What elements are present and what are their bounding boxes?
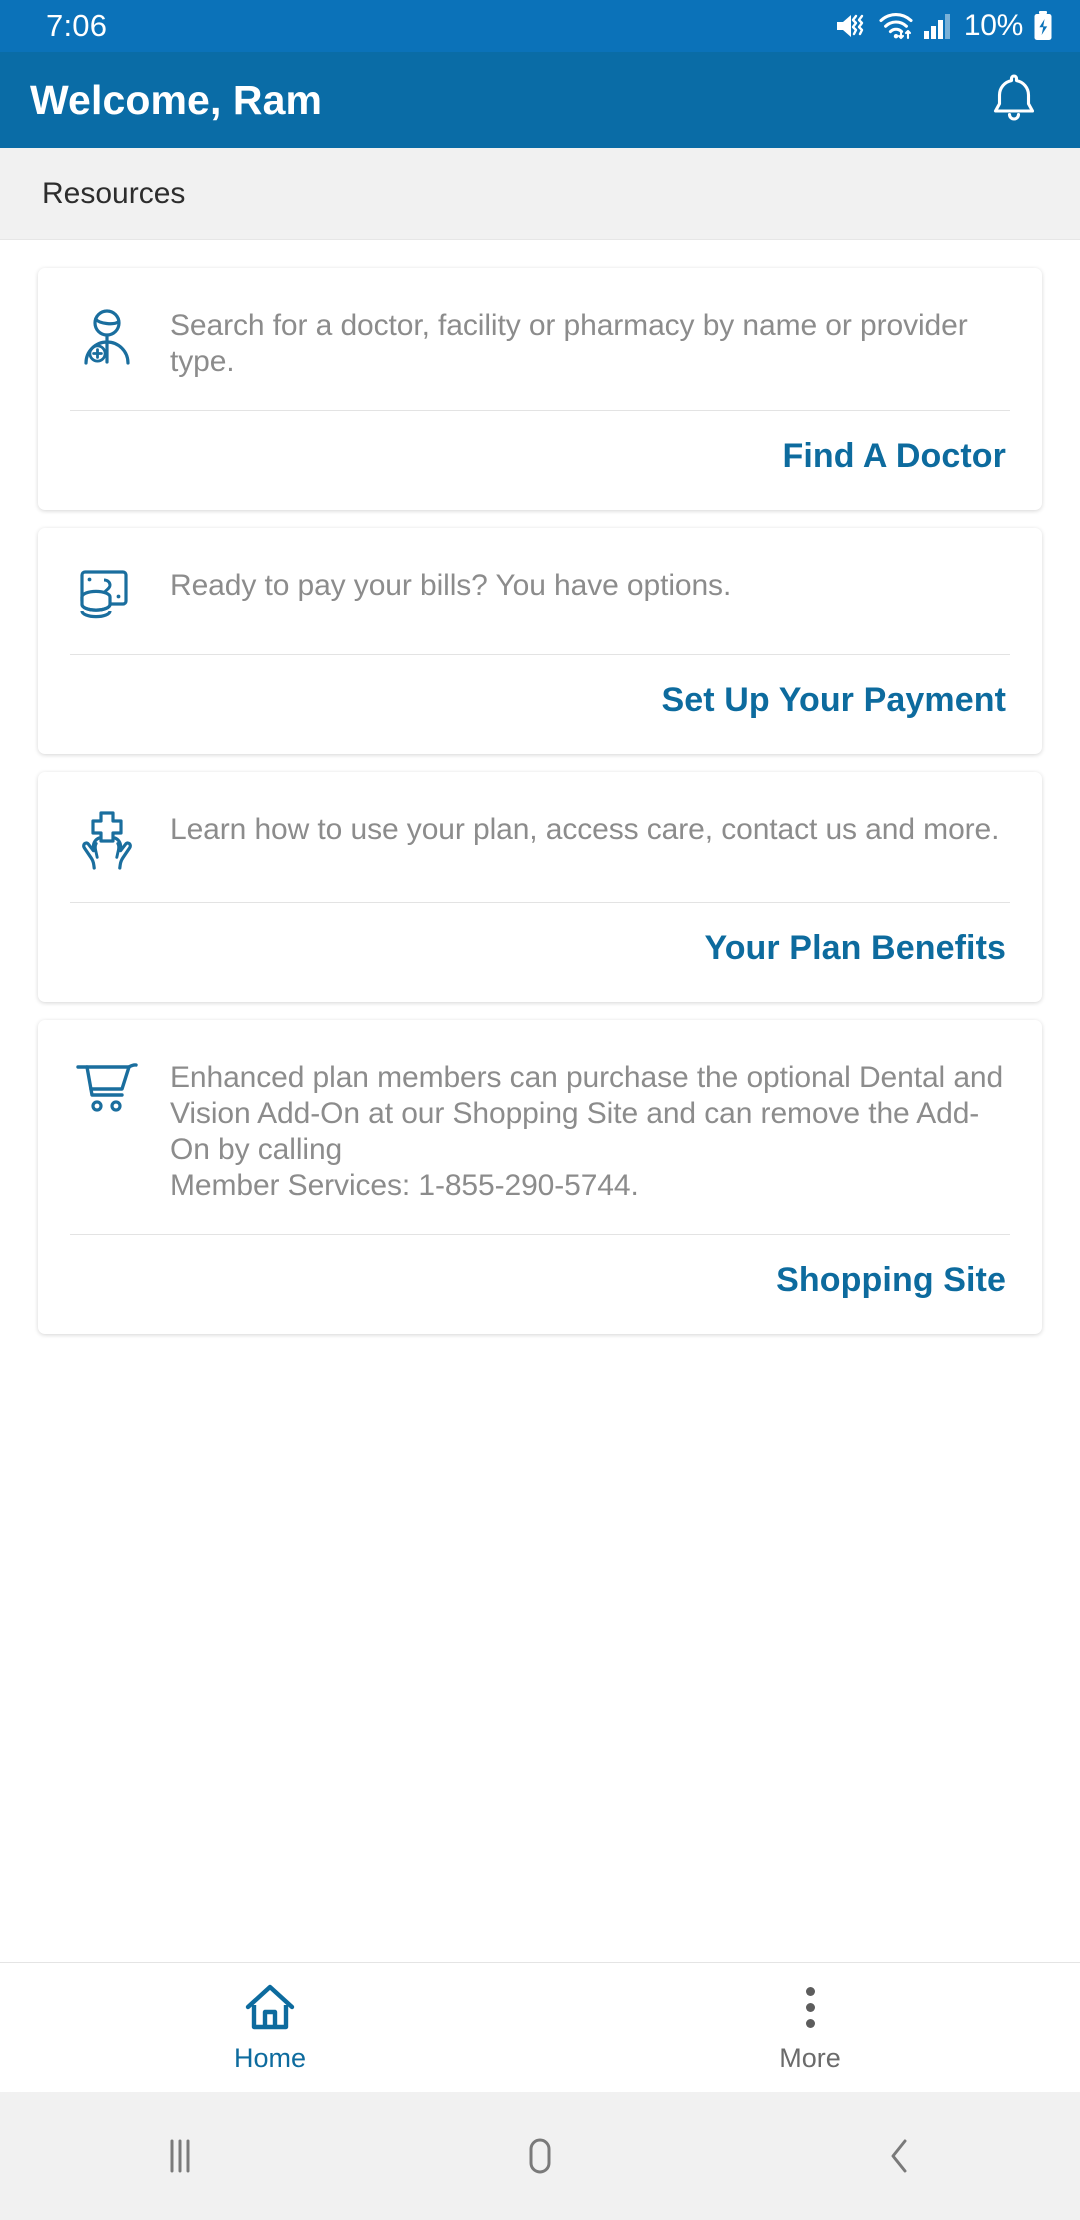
- battery-percent-label: 10%: [963, 9, 1023, 42]
- card-description: Learn how to use your plan, access care,…: [170, 813, 1000, 846]
- bell-icon: [988, 70, 1040, 131]
- three-dots-icon: [805, 1981, 815, 2033]
- your-plan-benefits-link[interactable]: Your Plan Benefits: [704, 929, 1006, 968]
- resource-card[interactable]: Learn how to use your plan, access care,…: [38, 772, 1042, 1002]
- resources-card-list: Search for a doctor, facility or pharmac…: [0, 240, 1080, 1962]
- card-icon-wrap: [70, 808, 144, 872]
- resource-card[interactable]: Ready to pay your bills? You have option…: [38, 528, 1042, 754]
- mute-vibrate-icon: [835, 11, 869, 41]
- recents-icon: [159, 2133, 201, 2179]
- card-body: Learn how to use your plan, access care,…: [38, 772, 1042, 902]
- dot: [805, 2002, 815, 2012]
- resource-card[interactable]: Search for a doctor, facility or pharmac…: [38, 268, 1042, 510]
- dot: [805, 1986, 815, 1996]
- find-a-doctor-link[interactable]: Find A Doctor: [782, 437, 1006, 476]
- back-chevron-icon: [880, 2132, 920, 2180]
- back-button[interactable]: [720, 2132, 1080, 2180]
- set-up-your-payment-link[interactable]: Set Up Your Payment: [661, 681, 1006, 720]
- money-bill-icon: [77, 566, 137, 624]
- doctor-icon: [75, 306, 139, 370]
- card-body: Ready to pay your bills? You have option…: [38, 528, 1042, 654]
- nav-item-home[interactable]: Home: [0, 1981, 540, 2074]
- bottom-navigation: Home More: [0, 1962, 1080, 2092]
- shopping-cart-icon: [74, 1058, 140, 1118]
- card-action: Your Plan Benefits: [38, 903, 1042, 1002]
- home-square-icon: [518, 2132, 562, 2180]
- hands-cross-icon: [75, 810, 139, 872]
- status-bar: 7:06 10%: [0, 0, 1080, 52]
- cellular-signal-icon: [923, 11, 953, 41]
- section-header-resources: Resources: [0, 148, 1080, 240]
- status-bar-clock: 7:06: [46, 8, 108, 43]
- dot: [805, 2018, 815, 2028]
- card-description: Enhanced plan members can purchase the o…: [170, 1061, 1004, 1202]
- wifi-icon: [878, 11, 914, 41]
- home-button[interactable]: [360, 2132, 720, 2180]
- card-description: Ready to pay your bills? You have option…: [170, 569, 732, 602]
- home-icon: [244, 1981, 296, 2033]
- card-icon-wrap: [70, 1056, 144, 1118]
- card-body: Search for a doctor, facility or pharmac…: [38, 268, 1042, 410]
- card-icon-wrap: [70, 564, 144, 624]
- card-action: Shopping Site: [38, 1235, 1042, 1334]
- recents-button[interactable]: [0, 2133, 360, 2179]
- card-action: Set Up Your Payment: [38, 655, 1042, 754]
- nav-label-home: Home: [233, 2043, 307, 2073]
- battery-charging-icon: [1032, 10, 1054, 42]
- page-title: Welcome, Ram: [30, 76, 323, 123]
- nav-label-more: More: [779, 2043, 841, 2073]
- app-bar: Welcome, Ram: [0, 52, 1080, 148]
- card-description: Search for a doctor, facility or pharmac…: [170, 309, 968, 378]
- section-title: Resources: [42, 176, 186, 210]
- resource-card[interactable]: Enhanced plan members can purchase the o…: [38, 1020, 1042, 1334]
- card-action: Find A Doctor: [38, 411, 1042, 510]
- nav-item-more[interactable]: More: [540, 1981, 1080, 2074]
- card-body: Enhanced plan members can purchase the o…: [38, 1020, 1042, 1234]
- status-bar-icons: 10%: [835, 9, 1054, 43]
- card-icon-wrap: [70, 304, 144, 370]
- shopping-site-link[interactable]: Shopping Site: [776, 1261, 1006, 1300]
- notifications-button[interactable]: [982, 68, 1046, 132]
- android-system-nav: [0, 2092, 1080, 2220]
